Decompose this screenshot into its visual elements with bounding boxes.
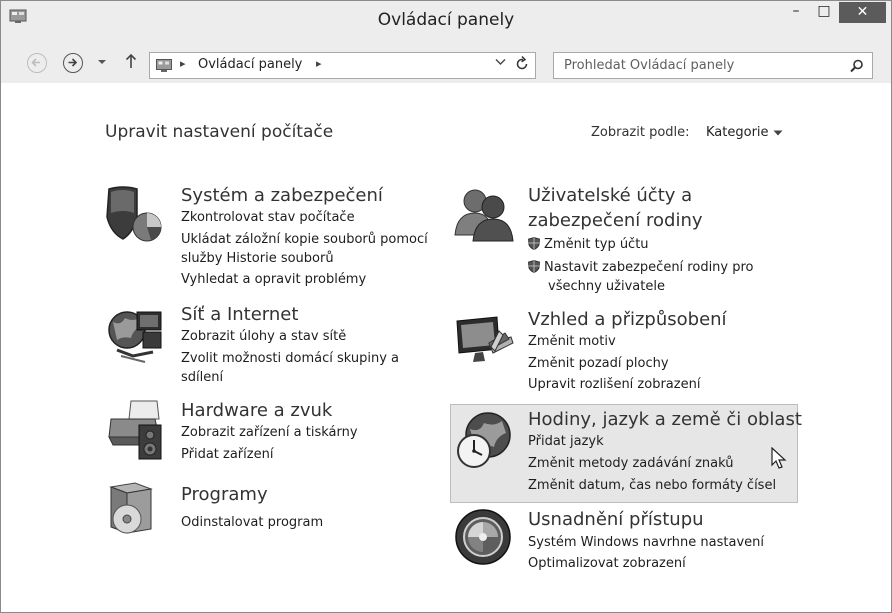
uac-shield-icon bbox=[528, 237, 540, 250]
up-arrow-icon[interactable] bbox=[125, 53, 137, 69]
user-accounts-title[interactable]: Uživatelské účty a bbox=[528, 184, 692, 208]
recent-locations-dropdown-icon[interactable] bbox=[97, 59, 107, 65]
search-icon[interactable] bbox=[850, 59, 864, 73]
homegroup-sharing-link-line2[interactable]: sdílení bbox=[181, 367, 223, 388]
appearance-monitor-icon[interactable] bbox=[453, 313, 515, 369]
system-security-title[interactable]: Systém a zabezpečení bbox=[181, 184, 383, 208]
users-icon[interactable] bbox=[453, 185, 515, 243]
check-computer-status-link[interactable]: Zkontrolovat stav počítače bbox=[181, 207, 355, 228]
programs-title[interactable]: Programy bbox=[181, 483, 268, 507]
breadcrumb-separator[interactable]: ▸ bbox=[316, 57, 322, 70]
control-panel-window: Ovládací panely – □ ✕ ▸ Ovládací panely … bbox=[0, 0, 892, 613]
printer-speaker-icon[interactable] bbox=[105, 397, 167, 463]
add-language-link[interactable]: Přidat jazyk bbox=[528, 431, 604, 452]
maximize-button[interactable]: □ bbox=[810, 1, 838, 23]
control-panel-icon bbox=[156, 59, 172, 72]
uac-shield-icon bbox=[528, 260, 540, 273]
change-account-type-link[interactable]: Změnit typ účtu bbox=[528, 234, 649, 255]
back-arrow-icon bbox=[31, 58, 40, 67]
search-box[interactable]: Prohledat Ovládací panely bbox=[553, 52, 873, 79]
close-button[interactable]: ✕ bbox=[839, 2, 886, 23]
network-globe-icon[interactable] bbox=[103, 304, 165, 364]
optimize-visual-display-link[interactable]: Optimalizovat zobrazení bbox=[528, 553, 686, 574]
appearance-title[interactable]: Vzhled a přizpůsobení bbox=[528, 308, 727, 332]
devices-printers-link[interactable]: Zobrazit zařízení a tiskárny bbox=[181, 422, 358, 443]
ease-of-access-title[interactable]: Usnadnění přístupu bbox=[528, 508, 704, 532]
mouse-cursor-icon bbox=[771, 447, 787, 469]
family-safety-link-line2[interactable]: všechny uživatele bbox=[548, 276, 665, 297]
add-device-link[interactable]: Přidat zařízení bbox=[181, 444, 273, 465]
troubleshoot-problems-link[interactable]: Vyhledat a opravit problémy bbox=[181, 269, 366, 290]
programs-box-icon[interactable] bbox=[105, 479, 161, 539]
change-theme-link[interactable]: Změnit motiv bbox=[528, 331, 616, 352]
homegroup-sharing-link[interactable]: Zvolit možnosti domácí skupiny a bbox=[181, 348, 399, 369]
network-internet-title[interactable]: Síť a Internet bbox=[181, 303, 298, 327]
minimize-button[interactable]: – bbox=[782, 1, 810, 23]
user-accounts-title-line2[interactable]: zabezpečení rodiny bbox=[528, 209, 703, 233]
refresh-icon[interactable] bbox=[514, 55, 530, 73]
breadcrumb-control-panel[interactable]: Ovládací panely bbox=[198, 57, 302, 72]
title-bar: Ovládací panely – □ ✕ bbox=[1, 1, 891, 39]
ease-of-access-icon[interactable] bbox=[454, 508, 512, 566]
change-date-time-formats-link[interactable]: Změnit datum, čas nebo formáty čísel bbox=[528, 475, 776, 496]
change-input-methods-link[interactable]: Změnit metody zadávání znaků bbox=[528, 453, 734, 474]
view-by-dropdown[interactable]: Kategorie bbox=[706, 125, 769, 140]
forward-arrow-icon bbox=[68, 58, 78, 67]
clock-language-region-title[interactable]: Hodiny, jazyk a země či oblast bbox=[528, 408, 802, 432]
breadcrumb-separator[interactable]: ▸ bbox=[180, 57, 186, 70]
address-dropdown-icon[interactable] bbox=[495, 58, 506, 66]
search-input[interactable]: Prohledat Ovládací panely bbox=[564, 58, 734, 73]
change-account-type-text: Změnit typ účtu bbox=[544, 237, 649, 252]
file-history-backup-link-line2[interactable]: služby Historie souborů bbox=[181, 248, 334, 269]
view-by-dropdown-arrow-icon[interactable] bbox=[773, 130, 783, 136]
page-heading: Upravit nastavení počítače bbox=[105, 122, 334, 142]
address-bar[interactable]: ▸ Ovládací panely ▸ bbox=[149, 52, 536, 79]
window-title: Ovládací panely bbox=[377, 10, 515, 30]
windows-suggest-settings-link[interactable]: Systém Windows navrhne nastavení bbox=[528, 532, 764, 553]
view-network-status-link[interactable]: Zobrazit úlohy a stav sítě bbox=[181, 326, 346, 347]
globe-clock-icon[interactable] bbox=[454, 409, 514, 471]
family-safety-text: Nastavit zabezpečení rodiny pro bbox=[544, 260, 754, 275]
family-safety-link[interactable]: Nastavit zabezpečení rodiny pro bbox=[528, 257, 754, 278]
adjust-screen-resolution-link[interactable]: Upravit rozlišení zobrazení bbox=[528, 374, 700, 395]
change-desktop-background-link[interactable]: Změnit pozadí plochy bbox=[528, 353, 669, 374]
view-by-label: Zobrazit podle: bbox=[591, 125, 690, 140]
uninstall-program-link[interactable]: Odinstalovat program bbox=[181, 512, 323, 533]
back-button[interactable] bbox=[27, 53, 47, 73]
shield-chart-icon[interactable] bbox=[103, 183, 167, 243]
forward-button[interactable] bbox=[63, 53, 83, 73]
hardware-sound-title[interactable]: Hardware a zvuk bbox=[181, 399, 332, 423]
file-history-backup-link[interactable]: Ukládat záložní kopie souborů pomocí bbox=[181, 229, 428, 250]
